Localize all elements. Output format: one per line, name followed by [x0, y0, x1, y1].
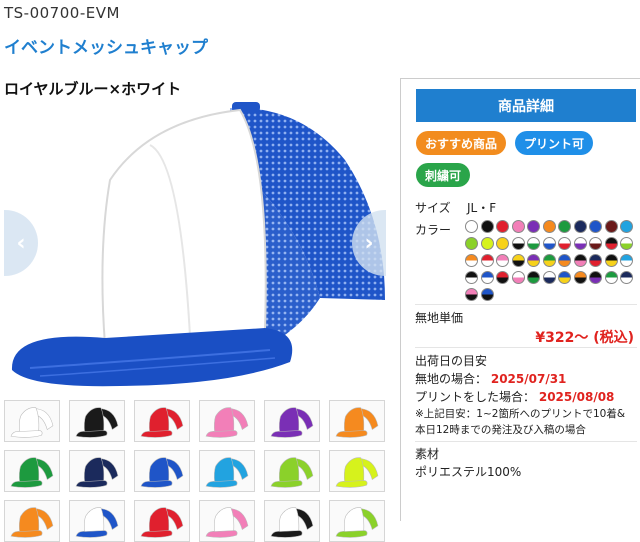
divider [415, 304, 637, 305]
thumbnail[interactable] [134, 450, 190, 492]
product-main-image [0, 100, 390, 390]
unit-price: ¥322〜 (税込) [535, 330, 634, 346]
color-swatch[interactable] [496, 254, 509, 267]
thumbnail[interactable] [69, 450, 125, 492]
thumbnail[interactable] [329, 500, 385, 542]
selected-variant-label: ロイヤルブルー×ホワイト [4, 80, 182, 98]
color-swatch[interactable] [604, 271, 618, 284]
color-swatch[interactable] [527, 237, 540, 250]
color-swatch[interactable] [496, 237, 509, 250]
color-swatch[interactable] [589, 220, 602, 233]
color-swatch[interactable] [527, 254, 540, 267]
color-swatch[interactable] [589, 237, 602, 250]
color-swatch[interactable] [511, 237, 525, 250]
color-swatch[interactable] [511, 220, 525, 233]
color-swatch[interactable] [573, 237, 587, 250]
thumbnail[interactable] [4, 450, 60, 492]
color-swatch[interactable] [589, 271, 602, 284]
color-swatch[interactable] [465, 254, 478, 267]
color-swatch[interactable] [573, 220, 587, 233]
color-swatch[interactable] [542, 271, 556, 284]
divider [415, 347, 637, 348]
color-swatch[interactable] [558, 237, 571, 250]
color-swatch[interactable] [542, 237, 556, 250]
printable-tag[interactable]: プリント可 [515, 131, 593, 155]
color-swatch[interactable] [604, 237, 618, 250]
thumbnail[interactable] [69, 500, 125, 542]
plain-shipping-row: 無地の場合： 2025/07/31 [415, 370, 566, 387]
plain-label: 無地の場合： [415, 372, 488, 386]
color-swatch[interactable] [558, 220, 571, 233]
print-shipping-row: プリントをした場合： 2025/08/08 [415, 388, 614, 405]
color-swatch[interactable] [496, 220, 509, 233]
color-swatch[interactable] [465, 288, 478, 301]
color-swatch[interactable] [465, 237, 478, 250]
shipping-label: 出荷日の目安 [415, 354, 488, 368]
color-label: カラー [415, 223, 452, 237]
thumbnail[interactable] [4, 500, 60, 542]
color-swatch[interactable] [527, 220, 540, 233]
color-swatch[interactable] [542, 254, 556, 267]
product-detail-panel: 商品詳細 おすすめ商品 プリント可 刺繍可 サイズ JL・F カラー 無地単価 … [400, 78, 640, 521]
color-swatch[interactable] [558, 271, 571, 284]
color-swatch[interactable] [620, 220, 633, 233]
color-swatch[interactable] [573, 254, 587, 267]
thumbnail[interactable] [329, 450, 385, 492]
thumbnail[interactable] [264, 450, 320, 492]
thumbnail[interactable] [199, 450, 255, 492]
color-swatch[interactable] [573, 271, 587, 284]
product-name: イベントメッシュキャップ [4, 38, 208, 58]
color-swatch[interactable] [620, 271, 633, 284]
color-swatch[interactable] [604, 220, 618, 233]
color-swatch[interactable] [465, 220, 478, 233]
thumbnail[interactable] [199, 500, 255, 542]
product-code: TS-00700-EVM [4, 4, 120, 22]
shipping-note: ※上記目安：1~2箇所へのプリントで10着&本日12時までの発注及び入稿の場合 [415, 408, 626, 436]
divider [415, 441, 637, 442]
color-swatch[interactable] [480, 237, 494, 250]
color-swatch[interactable] [480, 288, 494, 301]
thumbnail[interactable] [4, 400, 60, 442]
thumbnail[interactable] [329, 400, 385, 442]
color-swatch[interactable] [542, 220, 556, 233]
color-swatch[interactable] [604, 254, 618, 267]
print-label: プリントをした場合： [415, 390, 536, 404]
size-value: JL・F [467, 201, 497, 215]
color-swatch[interactable] [620, 254, 633, 267]
color-swatch[interactable] [527, 271, 540, 284]
color-swatch[interactable] [511, 271, 525, 284]
color-swatch[interactable] [620, 237, 633, 250]
color-swatch[interactable] [465, 271, 478, 284]
recommended-tag[interactable]: おすすめ商品 [416, 131, 506, 155]
plain-date: 2025/07/31 [490, 372, 567, 386]
print-date: 2025/08/08 [538, 390, 615, 404]
color-swatch[interactable] [496, 271, 509, 284]
color-swatch[interactable] [589, 254, 602, 267]
color-swatch[interactable] [511, 254, 525, 267]
detail-header: 商品詳細 [416, 89, 636, 122]
unit-price-label: 無地単価 [415, 311, 464, 325]
thumbnail[interactable] [264, 500, 320, 542]
material-label: 素材 [415, 447, 440, 461]
size-label: サイズ [415, 201, 451, 215]
material-value: ポリエステル100% [415, 465, 522, 479]
color-swatch[interactable] [480, 254, 494, 267]
thumbnail[interactable] [199, 400, 255, 442]
color-swatch[interactable] [480, 220, 494, 233]
next-glyph: › [364, 230, 374, 256]
embroidery-tag[interactable]: 刺繍可 [416, 163, 470, 187]
prev-glyph: ‹ [16, 230, 26, 256]
color-swatch[interactable] [558, 254, 571, 267]
thumbnail[interactable] [264, 400, 320, 442]
thumbnail[interactable] [69, 400, 125, 442]
thumbnail[interactable] [134, 500, 190, 542]
thumbnail[interactable] [134, 400, 190, 442]
color-swatch[interactable] [480, 271, 494, 284]
